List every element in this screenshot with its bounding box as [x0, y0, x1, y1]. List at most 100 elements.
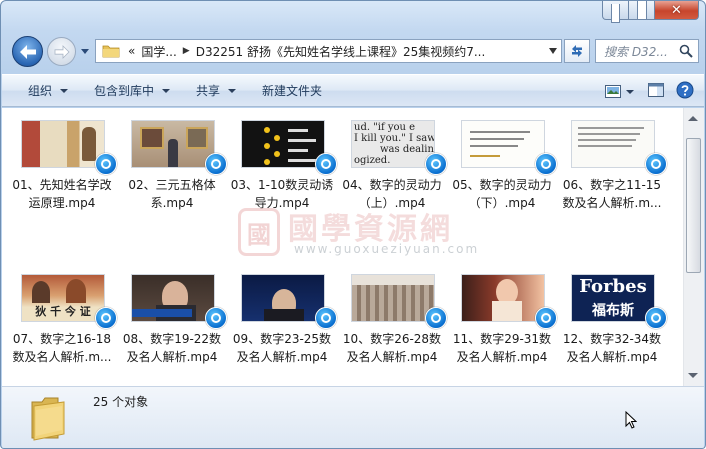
file-name: 11、数字29-31数及名人解析.mp4: [452, 332, 552, 364]
minimize-icon: [611, 3, 620, 23]
scroll-thumb[interactable]: [686, 138, 701, 273]
video-thumbnail[interactable]: 狄 千 今 证: [21, 274, 105, 322]
search-icon[interactable]: [679, 44, 693, 58]
search-input[interactable]: 搜索 D32...: [604, 43, 678, 60]
file-name: 04、数字的灵动力（上）.mp4: [342, 178, 442, 210]
file-item[interactable]: 01、先知姓名学改运原理.mp4: [7, 108, 117, 218]
file-name: 06、数字之11-15数及名人解析.m...: [562, 178, 662, 210]
video-thumbnail[interactable]: [241, 120, 325, 168]
recent-pages-dropdown-icon[interactable]: [80, 46, 90, 56]
file-name: 01、先知姓名学改运原理.mp4: [12, 178, 112, 210]
forward-arrow-icon: [54, 44, 70, 59]
new-folder-button[interactable]: 新建文件夹: [236, 82, 322, 99]
maximize-button[interactable]: [629, 1, 655, 20]
search-box[interactable]: 搜索 D32...: [595, 39, 699, 63]
thumb-caption: 狄 千 今 证: [35, 305, 91, 318]
organize-label: 组织: [28, 84, 53, 98]
media-player-icon: [645, 153, 667, 175]
media-player-icon: [205, 153, 227, 175]
preview-pane-button[interactable]: [648, 83, 664, 100]
refresh-icon: [572, 45, 582, 57]
breadcrumb-item-current[interactable]: D32251 舒扬《先知姓名学线上课程》25集视频约7...: [196, 43, 486, 60]
file-item[interactable]: 02、三元五格体系.mp4: [117, 108, 227, 218]
media-player-icon: [205, 307, 227, 329]
file-item[interactable]: 03、1-10数灵动诱导力.mp4: [227, 108, 337, 218]
command-bar: 组织 包含到库中 共享 新建文件夹: [2, 74, 704, 107]
organize-menu[interactable]: 组织: [2, 82, 69, 99]
file-item[interactable]: Forbes 福布斯 12、数字32-34数及名人解析.mp4: [557, 262, 667, 372]
chevron-down-icon: [228, 88, 237, 93]
thumb-text-line: was dealing: [380, 144, 435, 155]
video-thumbnail[interactable]: [241, 274, 325, 322]
file-item[interactable]: 08、数字19-22数及名人解析.mp4: [117, 262, 227, 372]
video-thumbnail[interactable]: Forbes 福布斯: [571, 274, 655, 322]
address-bar[interactable]: « 国学... ▶ D32251 舒扬《先知姓名学线上课程》25集视频约7...: [95, 39, 562, 63]
thumb-forbes-cn: 福布斯: [592, 303, 634, 319]
breadcrumb-item[interactable]: 国学...: [141, 43, 176, 60]
file-name: 02、三元五格体系.mp4: [128, 178, 216, 210]
thumb-forbes-en: Forbes: [579, 276, 647, 297]
media-player-icon: [535, 307, 557, 329]
file-name: 07、数字之16-18数及名人解析.m...: [12, 332, 112, 364]
video-thumbnail[interactable]: [21, 120, 105, 168]
media-player-icon: [425, 307, 447, 329]
video-thumbnail[interactable]: [461, 120, 545, 168]
back-button[interactable]: [12, 36, 43, 67]
close-button[interactable]: ✕: [655, 1, 699, 20]
scroll-up-icon[interactable]: [688, 116, 698, 121]
file-item[interactable]: 10、数字26-28数及名人解析.mp4: [337, 262, 447, 372]
minimize-button[interactable]: [602, 1, 629, 23]
chevron-down-icon: [162, 88, 171, 93]
file-item[interactable]: 09、数字23-25数及名人解析.mp4: [227, 262, 337, 372]
video-thumbnail[interactable]: [131, 274, 215, 322]
media-player-icon: [95, 307, 117, 329]
media-player-icon: [315, 153, 337, 175]
video-thumbnail[interactable]: [351, 274, 435, 322]
breadcrumb-overflow[interactable]: «: [128, 44, 135, 58]
video-thumbnail[interactable]: [461, 274, 545, 322]
file-name: 10、数字26-28数及名人解析.mp4: [342, 332, 442, 364]
scroll-down-icon[interactable]: [688, 373, 698, 378]
file-item[interactable]: ud. "if you eI kill you." I saw was deali…: [337, 108, 447, 218]
file-item[interactable]: 狄 千 今 证 07、数字之16-18数及名人解析.m...: [7, 262, 117, 372]
forward-button[interactable]: [47, 37, 76, 66]
back-arrow-icon: [19, 44, 36, 59]
chevron-down-icon: [626, 89, 634, 94]
video-thumbnail[interactable]: [131, 120, 215, 168]
share-menu[interactable]: 共享: [170, 82, 237, 99]
file-name: 09、数字23-25数及名人解析.mp4: [232, 332, 332, 364]
media-player-icon: [535, 153, 557, 175]
folder-large-icon: [31, 397, 65, 441]
thumb-text-line: I kill you." I saw: [354, 133, 435, 144]
vertical-scrollbar[interactable]: [683, 108, 704, 386]
file-name: 03、1-10数灵动诱导力.mp4: [230, 178, 334, 210]
folder-icon: [102, 44, 120, 58]
chevron-down-icon: [60, 88, 69, 93]
help-button[interactable]: [676, 81, 694, 102]
include-in-library-menu[interactable]: 包含到库中: [68, 82, 171, 99]
preview-pane-icon: [648, 83, 664, 97]
window-controls: ✕: [602, 1, 699, 23]
media-player-icon: [425, 153, 447, 175]
close-icon: ✕: [671, 2, 682, 18]
breadcrumb: « 国学... ▶ D32251 舒扬《先知姓名学线上课程》25集视频约7...: [128, 43, 485, 60]
file-name: 08、数字19-22数及名人解析.mp4: [122, 332, 222, 364]
address-dropdown-icon[interactable]: [549, 48, 557, 54]
video-thumbnail[interactable]: [571, 120, 655, 168]
include-in-library-label: 包含到库中: [94, 84, 155, 98]
breadcrumb-separator-icon[interactable]: ▶: [183, 46, 190, 56]
file-item[interactable]: 05、数字的灵动力（下）.mp4: [447, 108, 557, 218]
help-icon: [676, 81, 694, 99]
media-player-icon: [315, 307, 337, 329]
file-name: 05、数字的灵动力（下）.mp4: [452, 178, 552, 210]
change-view-button[interactable]: [605, 85, 634, 98]
file-item[interactable]: 11、数字29-31数及名人解析.mp4: [447, 262, 557, 372]
video-thumbnail[interactable]: ud. "if you eI kill you." I saw was deali…: [351, 120, 435, 168]
file-name: 12、数字32-34数及名人解析.mp4: [562, 332, 662, 364]
explorer-window: ✕ « 国学... ▶ D32251 舒扬《先知姓名学线上课程》25集视频约7.…: [0, 0, 706, 449]
file-grid: 01、先知姓名学改运原理.mp4 02、三元五格体系.mp4 03、1-10数灵动诱…: [2, 108, 682, 386]
file-view: 01、先知姓名学改运原理.mp4 02、三元五格体系.mp4 03、1-10数灵动诱…: [2, 108, 704, 386]
file-item[interactable]: 06、数字之11-15数及名人解析.m...: [557, 108, 667, 218]
view-icon: [605, 85, 621, 98]
refresh-button[interactable]: [564, 39, 590, 63]
